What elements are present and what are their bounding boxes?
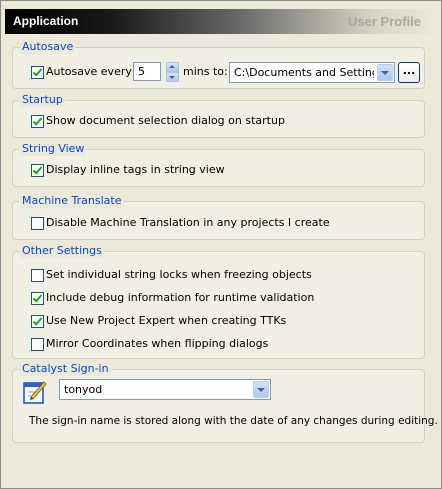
string-locks-label: Set individual string locks when freezin… — [46, 268, 312, 281]
startup-group: Startup Show document selection dialog o… — [12, 93, 425, 138]
debug-info-checkbox[interactable] — [31, 292, 44, 305]
mins-to-label: mins to: — [183, 65, 228, 78]
autosave-label: Autosave every — [46, 65, 132, 78]
minutes-spinner[interactable] — [166, 62, 179, 82]
chevron-down-icon[interactable] — [377, 64, 393, 81]
signin-username-combo[interactable]: tonyod — [59, 379, 271, 400]
machine-translate-group: Machine Translate Disable Machine Transl… — [12, 194, 425, 240]
string-view-label: Display inline tags in string view — [46, 163, 225, 176]
chevron-down-icon[interactable] — [253, 381, 269, 398]
startup-checkbox[interactable] — [31, 115, 44, 128]
machine-translate-label: Disable Machine Translation in any proje… — [46, 216, 330, 229]
mirror-coords-checkbox[interactable] — [31, 338, 44, 351]
catalyst-signin-group-title: Catalyst Sign-in — [20, 362, 111, 376]
signin-pen-icon — [23, 381, 47, 404]
autosave-path-value: C:\Documents and Settings\A — [234, 66, 374, 79]
string-view-checkbox[interactable] — [31, 164, 44, 177]
autosave-minutes-input[interactable]: 5 — [133, 62, 161, 81]
mirror-coords-label: Mirror Coordinates when flipping dialogs — [46, 337, 269, 350]
other-settings-group: Other Settings Set individual string loc… — [12, 244, 425, 359]
startup-group-title: Startup — [20, 93, 65, 107]
string-view-group: String View Display inline tags in strin… — [12, 142, 425, 187]
signin-note: The sign-in name is stored along with th… — [29, 415, 438, 427]
user-profile-tab[interactable]: User Profile — [348, 14, 421, 29]
autosave-group-title: Autosave — [20, 40, 76, 54]
other-settings-group-title: Other Settings — [20, 244, 104, 258]
startup-label: Show document selection dialog on startu… — [46, 114, 285, 127]
spinner-up-icon[interactable] — [166, 62, 179, 72]
string-locks-checkbox[interactable] — [31, 269, 44, 282]
autosave-path-combo[interactable]: C:\Documents and Settings\A — [229, 62, 395, 83]
catalyst-signin-group: Catalyst Sign-in tonyod The sign-in name… — [12, 362, 438, 443]
autosave-group: Autosave Autosave every 5 mins to: C:\Do… — [12, 40, 425, 89]
debug-info-label: Include debug information for runtime va… — [46, 291, 315, 304]
machine-translate-checkbox[interactable] — [31, 217, 44, 230]
string-view-group-title: String View — [20, 142, 87, 156]
project-expert-checkbox[interactable] — [31, 315, 44, 328]
machine-translate-group-title: Machine Translate — [20, 194, 124, 208]
signin-username-value: tonyod — [64, 383, 103, 396]
panel-header: Application User Profile — [5, 9, 437, 34]
application-settings-panel: Application User Profile Autosave Autosa… — [0, 0, 442, 489]
autosave-checkbox[interactable] — [31, 66, 44, 79]
project-expert-label: Use New Project Expert when creating TTK… — [46, 314, 287, 327]
spinner-down-icon[interactable] — [166, 72, 179, 82]
panel-title: Application — [13, 14, 79, 28]
browse-button[interactable]: ... — [398, 62, 420, 83]
